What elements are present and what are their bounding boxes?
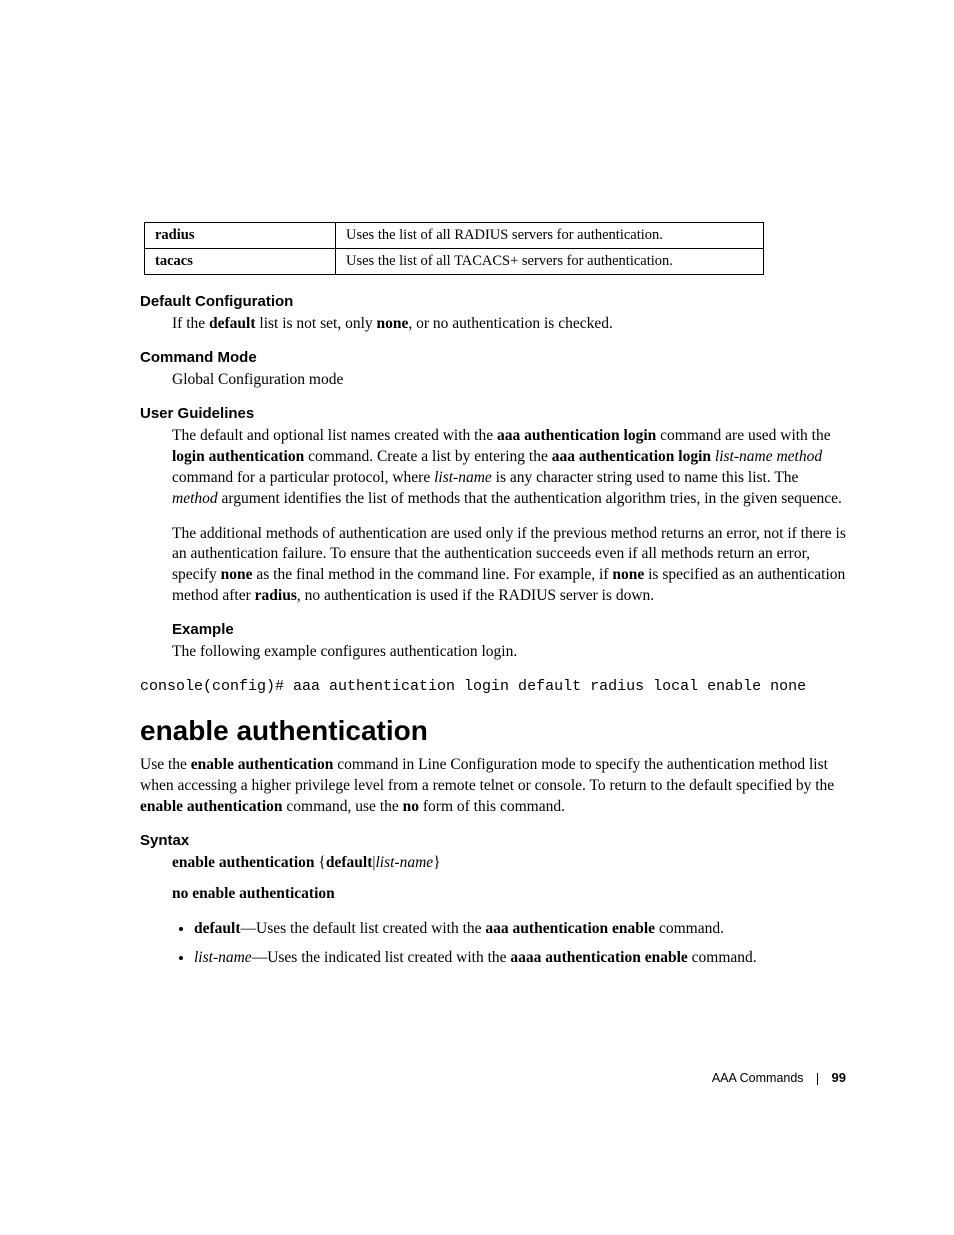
- syntax-line-1: enable authentication {default|list-name…: [172, 853, 846, 874]
- user-guidelines-p1: The default and optional list names crea…: [172, 426, 846, 510]
- example-code: console(config)# aaa authentication logi…: [140, 677, 846, 697]
- example-text: The following example configures authent…: [172, 642, 846, 663]
- table-row: radius Uses the list of all RADIUS serve…: [145, 223, 764, 249]
- heading-example: Example: [172, 621, 846, 638]
- list-item: list-name—Uses the indicated list create…: [194, 948, 846, 969]
- syntax-line-2: no enable authentication: [172, 884, 846, 905]
- command-mode-text: Global Configuration mode: [172, 370, 846, 391]
- heading-syntax: Syntax: [140, 832, 846, 849]
- syntax-bullets: default—Uses the default list created wi…: [172, 919, 846, 969]
- page: radius Uses the list of all RADIUS serve…: [0, 0, 954, 1235]
- footer-page-number: 99: [832, 1070, 846, 1085]
- table-cell-desc: Uses the list of all RADIUS servers for …: [336, 223, 764, 249]
- footer-section: AAA Commands: [712, 1071, 804, 1085]
- user-guidelines-p2: The additional methods of authentication…: [172, 524, 846, 608]
- table-cell-key: radius: [145, 223, 336, 249]
- footer-separator: [817, 1073, 818, 1085]
- table-cell-desc: Uses the list of all TACACS+ servers for…: [336, 249, 764, 275]
- method-table: radius Uses the list of all RADIUS serve…: [144, 222, 764, 275]
- table-cell-key: tacacs: [145, 249, 336, 275]
- default-config-text: If the default list is not set, only non…: [172, 314, 846, 335]
- heading-default-config: Default Configuration: [140, 293, 846, 310]
- command-title: enable authentication: [140, 715, 846, 747]
- table-row: tacacs Uses the list of all TACACS+ serv…: [145, 249, 764, 275]
- heading-command-mode: Command Mode: [140, 349, 846, 366]
- heading-user-guidelines: User Guidelines: [140, 405, 846, 422]
- command-desc: Use the enable authentication command in…: [140, 755, 846, 818]
- page-footer: AAA Commands 99: [712, 1070, 846, 1085]
- list-item: default—Uses the default list created wi…: [194, 919, 846, 940]
